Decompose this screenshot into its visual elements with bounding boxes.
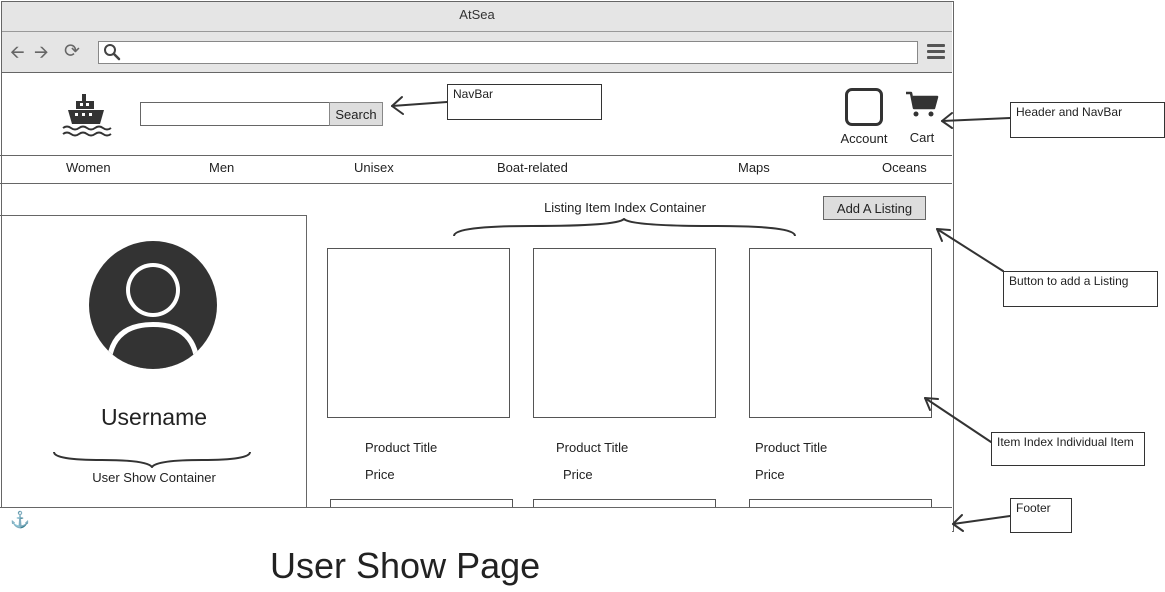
nav-item-men[interactable]: Men xyxy=(209,160,234,175)
listing-container-label: Listing Item Index Container xyxy=(544,200,706,215)
annotation-navbar: NavBar xyxy=(447,84,602,120)
item-title[interactable]: Product Title xyxy=(365,440,437,455)
item-image[interactable] xyxy=(749,248,932,418)
cart-icon[interactable] xyxy=(905,90,939,118)
item-image[interactable] xyxy=(533,248,716,418)
add-listing-button[interactable]: Add A Listing xyxy=(823,196,926,220)
user-avatar-icon xyxy=(89,241,217,369)
annotation-footer: Footer xyxy=(1010,498,1072,533)
search-button[interactable]: Search xyxy=(329,102,383,126)
nav-item-oceans[interactable]: Oceans xyxy=(882,160,927,175)
user-container-brace xyxy=(53,451,251,468)
annotation-header-navbar: Header and NavBar xyxy=(1010,102,1165,138)
nav-item-boat-related[interactable]: Boat-related xyxy=(497,160,568,175)
search-icon xyxy=(104,44,121,61)
navbar-divider xyxy=(0,183,952,184)
hamburger-menu-icon[interactable] xyxy=(927,44,945,60)
nav-item-unisex[interactable]: Unisex xyxy=(354,160,394,175)
window-title: AtSea xyxy=(2,2,952,32)
footer xyxy=(0,507,952,532)
item-price: Price xyxy=(563,467,593,482)
item-price: Price xyxy=(755,467,785,482)
item-image[interactable] xyxy=(327,248,510,418)
forward-arrow-icon[interactable]: 🡪 xyxy=(34,42,49,62)
reload-icon[interactable]: ⟳ xyxy=(64,42,80,62)
address-bar[interactable] xyxy=(98,41,918,64)
cart-label[interactable]: Cart xyxy=(902,130,942,145)
anchor-icon[interactable]: ⚓ xyxy=(10,510,30,530)
annotation-add-listing: Button to add a Listing xyxy=(1003,271,1158,307)
listing-container-brace xyxy=(453,218,796,237)
account-icon[interactable] xyxy=(845,88,883,126)
item-title[interactable]: Product Title xyxy=(556,440,628,455)
search-input[interactable] xyxy=(140,102,330,126)
account-label[interactable]: Account xyxy=(836,131,892,146)
username: Username xyxy=(100,404,208,430)
header-divider xyxy=(0,155,952,156)
user-show-container-label: User Show Container xyxy=(92,470,216,485)
item-price: Price xyxy=(365,467,395,482)
back-arrow-icon[interactable]: 🡨 xyxy=(10,42,25,62)
page-caption: User Show Page xyxy=(270,545,541,586)
ship-icon[interactable] xyxy=(60,92,112,138)
annotation-item-individual: Item Index Individual Item xyxy=(991,432,1145,466)
nav-item-maps[interactable]: Maps xyxy=(738,160,770,175)
item-title[interactable]: Product Title xyxy=(755,440,827,455)
nav-item-women[interactable]: Women xyxy=(66,160,111,175)
